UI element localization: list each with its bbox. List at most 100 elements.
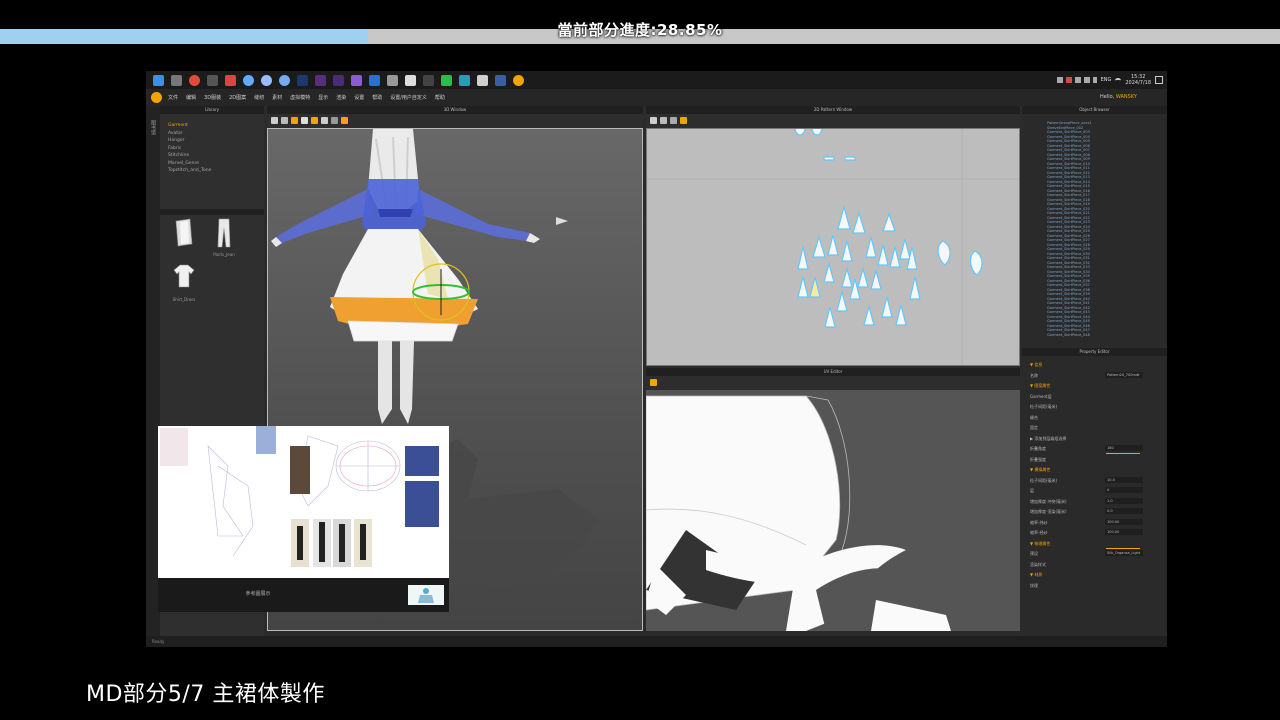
chrome-icon[interactable] (189, 74, 200, 86)
fold-tool-icon[interactable] (311, 117, 318, 124)
object-browser-item[interactable]: Garment_SkirtPiece_048 (1047, 333, 1092, 338)
wifi-icon[interactable] (1115, 77, 1122, 83)
property-value-field[interactable]: 0 (1105, 487, 1143, 493)
library-item[interactable]: Fabric (164, 145, 264, 153)
library-item[interactable]: Garment (164, 122, 264, 130)
object-browser-item[interactable]: Garment_SkirtPiece_019 (1047, 202, 1092, 207)
pattern-window[interactable] (646, 128, 1020, 366)
property-value-field[interactable]: 0.0 (1105, 508, 1143, 514)
library-item[interactable]: Marvel_Genre (164, 160, 264, 168)
property-value-field[interactable]: 180 (1105, 445, 1143, 451)
pants-jean-thumbnail[interactable] (212, 218, 236, 248)
menu-item-9[interactable]: 设置 (354, 94, 364, 101)
uv-select-tool-icon[interactable] (650, 379, 657, 386)
menu-item-5[interactable]: 素材 (272, 94, 282, 101)
photoshop-icon[interactable] (297, 74, 308, 86)
premiere-icon[interactable] (333, 74, 344, 86)
folder-icon[interactable] (207, 74, 218, 86)
object-browser-item[interactable]: Garment_SkirtPiece_047 (1047, 328, 1092, 333)
user-greeting[interactable]: Hello, WANSKY (1100, 94, 1137, 100)
object-browser-item[interactable]: Garment_SkirtPiece_029 (1047, 247, 1092, 252)
menu-item-11[interactable]: 设置/用户自定义 (390, 94, 427, 101)
fold-angle-slider[interactable] (1106, 453, 1140, 454)
property-value-field[interactable]: Pattern20_700mdt (1105, 371, 1143, 378)
object-browser-item[interactable]: Garment_SkirtPiece_027 (1047, 238, 1092, 243)
menu-item-7[interactable]: 显示 (318, 94, 328, 101)
shirt-dress-thumbnail[interactable] (172, 263, 196, 293)
object-browser-item[interactable]: Garment_SkirtPiece_041 (1047, 301, 1092, 306)
property-value-field[interactable]: 100.00 (1105, 518, 1143, 525)
brush-tool-icon[interactable] (301, 117, 308, 124)
app-icon-teal[interactable] (459, 74, 470, 86)
uv-editor[interactable] (646, 390, 1020, 631)
object-browser-item[interactable]: Garment_SkirtPiece_007 (1047, 148, 1092, 153)
object-browser-item[interactable]: Garment_SkirtPiece_033 (1047, 265, 1092, 270)
language-indicator[interactable]: ENG (1101, 77, 1112, 83)
transform-tool-icon[interactable] (660, 117, 667, 124)
object-browser-item[interactable]: PatternGroupPiece_xxxx1 (1047, 121, 1092, 126)
app-icon-circle-3[interactable] (279, 74, 290, 86)
menu-item-6[interactable]: 虚拟模特 (290, 94, 310, 101)
object-browser-item[interactable]: Garment_SkirtPiece_005 (1047, 139, 1092, 144)
property-value-field[interactable]: Silk_Organza_Light (1105, 550, 1143, 556)
object-browser-item[interactable]: Garment_SkirtPiece_013 (1047, 175, 1092, 180)
object-browser-item[interactable]: Garment_SkirtPiece_045 (1047, 319, 1092, 324)
app-icon-grey[interactable] (387, 74, 398, 86)
simulate-tool-icon[interactable] (341, 117, 348, 124)
move-tool-icon[interactable] (281, 117, 288, 124)
object-browser-item[interactable]: Garment_SkirtPiece_035 (1047, 274, 1092, 279)
object-browser-item[interactable]: Garment_SkirtPiece_017 (1047, 193, 1092, 198)
property-value-field[interactable]: 100.00 (1105, 529, 1143, 535)
menu-item-1[interactable]: 编辑 (186, 94, 196, 101)
menu-item-10[interactable]: 帮助 (372, 94, 382, 101)
object-browser-item[interactable]: Garment_SkirtPiece_037 (1047, 283, 1092, 288)
object-browser-item[interactable]: Garment_SkirtPiece_023 (1047, 220, 1092, 225)
menu-item-4[interactable]: 缝纫 (254, 94, 264, 101)
menu-item-8[interactable]: 渲染 (336, 94, 346, 101)
windows-start-icon[interactable] (153, 74, 164, 86)
app-icon-dark[interactable] (423, 74, 434, 86)
object-browser-item[interactable]: Garment_SkirtPiece_039 (1047, 292, 1092, 297)
marvelous-designer-icon[interactable] (513, 74, 524, 86)
library-item[interactable]: Avatar (164, 130, 264, 138)
menu-item-0[interactable]: 文件 (168, 94, 178, 101)
object-browser-item[interactable]: Garment_SkirtPiece_015 (1047, 184, 1092, 189)
sewing-tool-icon[interactable] (680, 117, 687, 124)
garment-thumbnail-1[interactable] (172, 218, 196, 248)
wechat-icon[interactable] (441, 74, 452, 86)
search-icon[interactable] (171, 74, 182, 86)
object-browser-item[interactable]: Garment_SkirtPiece_011 (1047, 166, 1092, 171)
notification-icon[interactable] (1155, 76, 1163, 84)
tray-icons[interactable] (1056, 77, 1097, 83)
menu-item-3[interactable]: 2D图案 (229, 94, 246, 101)
app-icon-purple[interactable] (351, 74, 362, 86)
property-value-field[interactable]: 1.0 (1105, 497, 1143, 504)
app-icon-circle-1[interactable] (243, 74, 254, 86)
polygon-tool-icon[interactable] (670, 117, 677, 124)
pin-tool-icon[interactable] (291, 117, 298, 124)
thickness-slider[interactable] (1106, 548, 1140, 549)
object-browser-item[interactable]: Garment_SkirtPiece_043 (1047, 310, 1092, 315)
object-browser-item[interactable]: Garment_SkirtPiece_003 (1047, 130, 1092, 135)
object-browser-item[interactable]: Garment_SkirtPiece_021 (1047, 211, 1092, 216)
library-item[interactable]: Topstitch_and_Tone (164, 167, 264, 175)
app-icon-navy[interactable] (495, 74, 506, 86)
property-value-field[interactable]: 10.0 (1105, 476, 1143, 483)
reference-thumbnail[interactable] (408, 585, 444, 605)
app-icon-circle-2[interactable] (261, 74, 272, 86)
app-icon-white[interactable] (405, 74, 416, 86)
object-browser-item[interactable]: Garment_SkirtPiece_009 (1047, 157, 1092, 162)
app-icon-blue[interactable] (369, 74, 380, 86)
tack-tool-icon[interactable] (321, 117, 328, 124)
measure-tool-icon[interactable] (331, 117, 338, 124)
illustrator-icon[interactable] (315, 74, 326, 86)
library-item[interactable]: Hanger (164, 137, 264, 145)
clock[interactable]: 15:32 2024/7/18 (1125, 74, 1151, 86)
edit-pattern-tool-icon[interactable] (650, 117, 657, 124)
menu-item-2[interactable]: 3D服装 (204, 94, 221, 101)
app-icon-red[interactable] (225, 74, 236, 86)
select-tool-icon[interactable] (271, 117, 278, 124)
library-item[interactable]: Stitchline (164, 152, 264, 160)
library-dock-tab[interactable]: 图书馆 (150, 120, 157, 135)
object-browser-item[interactable]: Garment_SkirtPiece_031 (1047, 256, 1092, 261)
